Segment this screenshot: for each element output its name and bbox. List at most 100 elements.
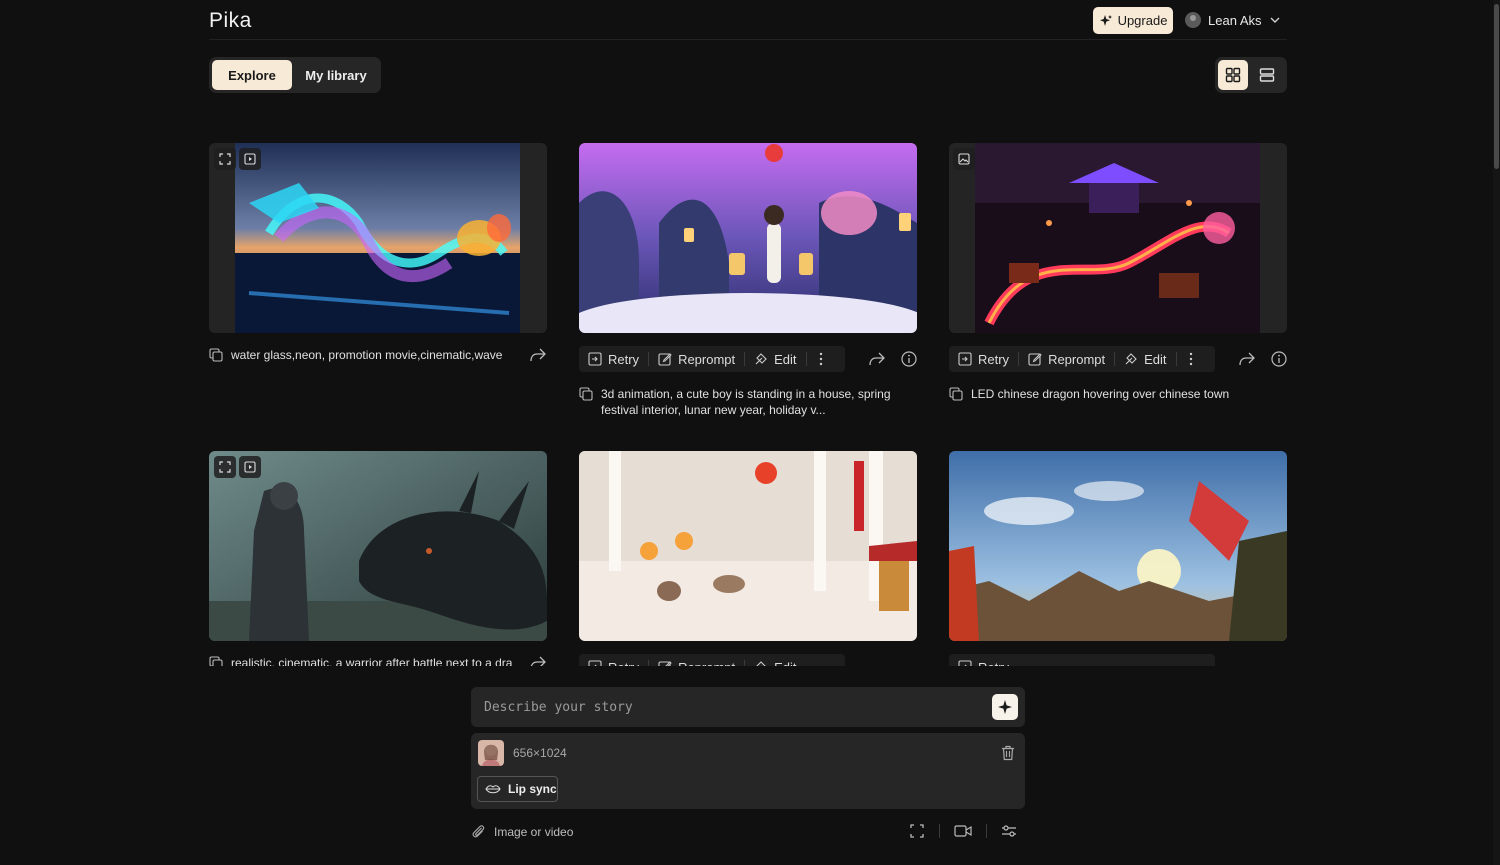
info-icon[interactable] xyxy=(1271,351,1287,367)
view-toggle xyxy=(1215,57,1287,93)
gallery-card[interactable]: realistic, cinematic, a warrior after ba… xyxy=(209,451,547,681)
card-side-icons xyxy=(1238,351,1287,367)
pencil-square-icon xyxy=(1028,353,1042,366)
reprompt-label: Reprompt xyxy=(678,351,736,367)
tab-my-library[interactable]: My library xyxy=(294,60,378,90)
image-thumbnail[interactable] xyxy=(949,143,1287,333)
card-caption: 3d animation, a cute boy is standing in … xyxy=(579,386,917,418)
info-icon[interactable] xyxy=(901,351,917,367)
explore-library-tabs: Explore My library xyxy=(209,57,381,93)
upgrade-button[interactable]: Upgrade xyxy=(1093,7,1173,34)
gallery-card[interactable]: Retry Reprompt Edit xyxy=(579,451,917,681)
video-thumbnail[interactable] xyxy=(579,451,917,641)
card-action-bar: Retry Reprompt Edit xyxy=(949,346,1215,372)
lip-sync-button[interactable]: Lip sync xyxy=(477,776,558,802)
attach-label: Image or video xyxy=(494,825,574,839)
card-caption: water glass,neon, promotion movie,cinema… xyxy=(209,347,547,363)
retry-label: Retry xyxy=(608,351,640,367)
magic-wand-icon xyxy=(755,353,767,365)
video-thumbnail[interactable] xyxy=(209,451,547,641)
video-icon xyxy=(244,461,256,473)
expand-button[interactable] xyxy=(214,148,236,170)
video-icon xyxy=(244,153,256,165)
avatar xyxy=(1185,12,1201,28)
share-icon[interactable] xyxy=(1238,351,1256,367)
gallery-card[interactable]: water glass,neon, promotion movie,cinema… xyxy=(209,143,547,373)
attach-media-button[interactable]: Image or video xyxy=(471,824,573,840)
paperclip-icon xyxy=(472,825,485,838)
edit-button[interactable]: Edit xyxy=(745,346,805,372)
card-action-bar: Retry Reprompt Edit xyxy=(579,346,845,372)
retry-button[interactable]: Retry xyxy=(579,346,648,372)
attachment-dimensions: 656×1024 xyxy=(513,746,567,760)
composer-options xyxy=(909,823,1017,839)
reprompt-button[interactable]: Reprompt xyxy=(1019,346,1114,372)
pika-logo[interactable]: Pika xyxy=(209,9,252,33)
magic-wand-icon xyxy=(1125,353,1137,365)
aspect-ratio-icon[interactable] xyxy=(909,823,925,839)
expand-icon xyxy=(219,153,231,165)
pencil-square-icon xyxy=(658,353,672,366)
top-header: Pika Upgrade Lean Aks xyxy=(209,0,1287,40)
tab-explore[interactable]: Explore xyxy=(212,60,292,90)
prompt-text: LED chinese dragon hovering over chinese… xyxy=(971,387,1230,401)
lips-icon xyxy=(485,785,501,794)
user-name: Lean Aks xyxy=(1208,12,1262,28)
gallery-card[interactable]: Retry Reprompt Edit 3d animation, a cute… xyxy=(579,143,917,423)
video-thumbnail[interactable] xyxy=(209,143,547,333)
share-icon[interactable] xyxy=(868,351,886,367)
expand-icon xyxy=(219,461,231,473)
video-thumbnail[interactable] xyxy=(949,451,1287,641)
sparkle-icon xyxy=(1099,14,1112,26)
video-thumbnail[interactable] xyxy=(579,143,917,333)
settings-sliders-icon[interactable] xyxy=(1001,823,1017,839)
image-icon xyxy=(958,153,970,165)
story-input[interactable] xyxy=(484,697,964,717)
grid-icon xyxy=(1225,67,1241,83)
retry-label: Retry xyxy=(978,351,1010,367)
edit-label: Edit xyxy=(1144,351,1167,367)
video-badge xyxy=(239,456,261,478)
list-icon xyxy=(1259,68,1275,82)
generate-button[interactable] xyxy=(992,694,1018,720)
share-icon[interactable] xyxy=(529,347,547,363)
chevron-down-icon xyxy=(1270,17,1279,23)
sparkle-icon xyxy=(998,700,1012,714)
attachment-panel: 656×1024 Lip sync xyxy=(471,733,1025,809)
copy-icon[interactable] xyxy=(209,348,223,362)
edit-label: Edit xyxy=(774,351,797,367)
card-side-icons xyxy=(868,351,917,367)
copy-icon[interactable] xyxy=(949,387,963,401)
prompt-text: water glass,neon, promotion movie,cinema… xyxy=(231,348,503,362)
prompt-box xyxy=(471,687,1025,727)
reprompt-button[interactable]: Reprompt xyxy=(649,346,744,372)
trash-icon[interactable] xyxy=(1001,745,1015,761)
expand-button[interactable] xyxy=(214,456,236,478)
upgrade-label: Upgrade xyxy=(1117,13,1168,28)
retry-icon xyxy=(588,352,602,366)
image-badge xyxy=(953,148,975,170)
prompt-text: 3d animation, a cute boy is standing in … xyxy=(601,387,891,417)
edit-button[interactable]: Edit xyxy=(1115,346,1175,372)
more-options-button[interactable] xyxy=(807,352,835,366)
gallery-card[interactable]: Retry Reprompt Edit LED chinese dragon h… xyxy=(949,143,1287,413)
reprompt-label: Reprompt xyxy=(1048,351,1106,367)
retry-button[interactable]: Retry xyxy=(949,346,1018,372)
more-options-button[interactable] xyxy=(1177,352,1205,366)
composer-toolbar: Image or video xyxy=(471,822,1025,842)
page-scrollbar[interactable] xyxy=(1493,0,1500,865)
list-view-button[interactable] xyxy=(1252,60,1282,90)
video-camera-icon[interactable] xyxy=(954,824,972,838)
scrollbar-thumb[interactable] xyxy=(1494,4,1499,169)
retry-icon xyxy=(958,352,972,366)
copy-icon[interactable] xyxy=(579,387,593,401)
grid-view-button[interactable] xyxy=(1218,60,1248,90)
lip-sync-label: Lip sync xyxy=(508,782,557,796)
user-menu[interactable]: Lean Aks xyxy=(1185,8,1281,32)
gallery-card[interactable]: Retry xyxy=(949,451,1287,681)
attachment-thumbnail[interactable] xyxy=(478,740,504,766)
video-badge xyxy=(239,148,261,170)
more-vertical-icon xyxy=(819,352,822,366)
card-caption: LED chinese dragon hovering over chinese… xyxy=(949,386,1287,402)
more-vertical-icon xyxy=(1189,352,1192,366)
